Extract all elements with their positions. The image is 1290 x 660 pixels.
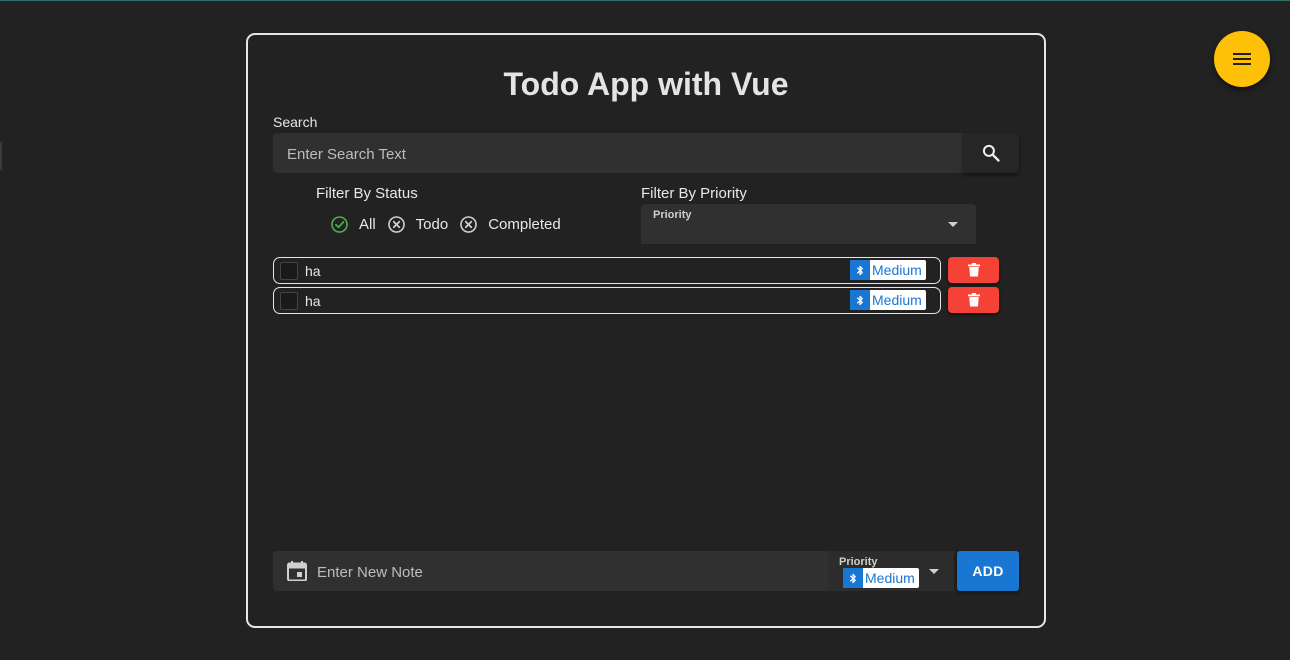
calendar-icon <box>287 561 307 581</box>
status-filter-group: All Todo Completed <box>330 214 572 234</box>
filter-status-label: Filter By Status <box>316 185 418 202</box>
top-border-line <box>0 0 1290 1</box>
status-option-completed[interactable]: Completed <box>459 215 561 234</box>
close-circle-icon <box>387 215 405 233</box>
todo-checkbox[interactable] <box>280 262 298 280</box>
todo-text: ha <box>305 293 321 309</box>
status-option-todo[interactable]: Todo <box>387 215 449 234</box>
bluetooth-icon <box>856 265 863 275</box>
bluetooth-icon <box>856 295 863 305</box>
menu-button[interactable] <box>1214 31 1270 87</box>
chevron-down-icon <box>929 569 939 574</box>
trash-icon <box>967 263 980 277</box>
todo-text: ha <box>305 263 321 279</box>
new-note-field <box>273 551 828 593</box>
todo-item: ha Medium <box>273 257 941 284</box>
delete-button[interactable] <box>948 257 999 283</box>
priority-chip-label: Medium <box>865 570 915 586</box>
search-input[interactable] <box>285 133 949 175</box>
hamburger-menu-icon <box>1233 53 1251 65</box>
add-button[interactable]: ADD <box>957 551 1019 591</box>
check-circle-icon <box>331 215 348 233</box>
priority-chip: Medium <box>850 290 926 310</box>
search-field <box>273 133 963 175</box>
search-label: Search <box>273 114 318 130</box>
search-icon <box>982 144 1000 162</box>
todo-checkbox[interactable] <box>280 292 298 310</box>
status-option-all[interactable]: All <box>330 215 376 234</box>
new-note-input[interactable] <box>315 551 819 593</box>
priority-select-label: Priority <box>653 209 692 221</box>
priority-chip: Medium <box>843 568 919 588</box>
todo-card <box>246 33 1046 628</box>
status-option-label: Completed <box>488 215 561 233</box>
trash-icon <box>967 293 980 307</box>
chevron-down-icon <box>948 222 958 227</box>
priority-select-label: Priority <box>839 556 878 568</box>
bluetooth-icon <box>849 573 856 583</box>
delete-button[interactable] <box>948 287 999 313</box>
new-note-priority-select[interactable]: Priority Medium <box>828 551 954 591</box>
priority-chip-label: Medium <box>872 292 922 308</box>
todo-item: ha Medium <box>273 287 941 314</box>
edge-marker <box>0 142 2 170</box>
priority-chip-label: Medium <box>872 262 922 278</box>
close-circle-icon <box>460 215 478 233</box>
priority-filter-select[interactable]: Priority <box>641 204 976 244</box>
status-option-label: Todo <box>415 215 449 233</box>
priority-chip: Medium <box>850 260 926 280</box>
search-button[interactable] <box>963 133 1019 173</box>
status-option-label: All <box>359 215 376 233</box>
page-title: Todo App with Vue <box>503 66 789 102</box>
filter-priority-label: Filter By Priority <box>641 185 747 202</box>
